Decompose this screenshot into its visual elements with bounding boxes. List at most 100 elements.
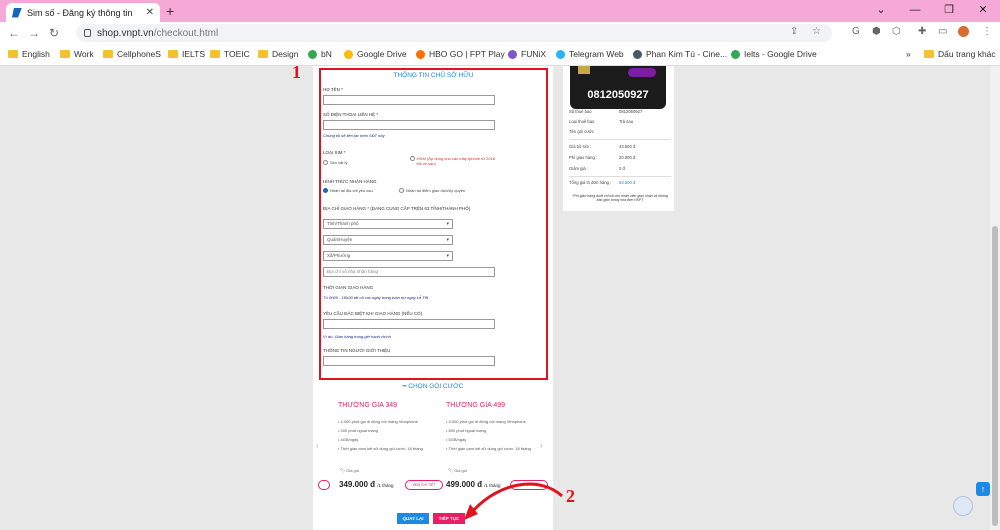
summary-row: Giảm giá :0 đ: [569, 166, 625, 171]
yeu-cau-note: Ví dụ: Giao hàng trong giờ hành chính: [323, 334, 391, 339]
bookmark-item[interactable]: IELTS: [168, 49, 205, 59]
menu-icon[interactable]: ⋮: [982, 26, 992, 37]
up-arrow-icon[interactable]: ↑: [976, 482, 990, 496]
yeu-cau-input[interactable]: [323, 319, 495, 329]
xem-chi-tiet-button[interactable]: [318, 480, 330, 490]
folder-icon: [103, 50, 113, 58]
radio-icon: [323, 160, 328, 165]
radio-icon: [410, 156, 415, 161]
extension-icon[interactable]: ⬢: [872, 26, 881, 37]
new-tab-icon[interactable]: +: [166, 3, 174, 19]
browser-tab[interactable]: Sim số - Đăng ký thông tin ✕: [6, 3, 160, 22]
extension-icon[interactable]: ⬡: [892, 26, 901, 37]
gia-goi-label: 🏷 Giá gói: [448, 468, 467, 473]
bookmark-label: Work: [74, 49, 94, 59]
package-card[interactable]: THƯƠNG GIA 349 • 4.000 phút gọi di động …: [338, 402, 433, 455]
xem-chi-tiet-button[interactable]: XEM CHI TIẾT: [405, 480, 443, 490]
annotation-number-2: 2: [566, 486, 575, 506]
close-window-icon[interactable]: ✕: [966, 0, 1000, 22]
bookmark-item[interactable]: Design: [258, 49, 298, 59]
bookmark-item[interactable]: bN: [308, 49, 332, 59]
sidebar-icon[interactable]: ▭: [938, 26, 947, 37]
forward-icon[interactable]: →: [24, 26, 44, 40]
translate-icon[interactable]: G: [852, 26, 860, 37]
annotation-arrow: [464, 482, 564, 520]
bookmark-item[interactable]: CellphoneS: [103, 49, 161, 59]
window-controls: ⌄ — ❐ ✕: [864, 0, 1000, 22]
bookmark-label: Dấu trang khác: [938, 49, 996, 59]
ho-ten-input[interactable]: [323, 95, 495, 105]
annotation-number-1: 1: [292, 62, 301, 82]
bookmark-label: Telegram Web: [569, 49, 624, 59]
chat-avatar[interactable]: [953, 496, 973, 516]
summary-total-row: Tổng giá trị đơn hàng :63.500 đ: [569, 180, 636, 185]
package-name: THƯƠNG GIA 349: [338, 402, 398, 409]
bookmark-item[interactable]: Ielts - Google Drive: [731, 49, 817, 59]
fptplay-icon: [416, 49, 425, 59]
package-feature: • 4GB/ngày: [338, 437, 359, 442]
bookmark-item[interactable]: FUNiX: [508, 49, 546, 59]
maximize-icon[interactable]: ❐: [932, 0, 966, 22]
puzzle-icon[interactable]: ✚: [918, 26, 926, 37]
quay-lai-button[interactable]: QUAY LẠI: [397, 513, 429, 524]
bookmarks-bar: English Work CellphoneS IELTS TOEIC Desi…: [0, 44, 1000, 66]
bookmark-item[interactable]: Phan Kim Tú - Cine...: [633, 49, 727, 59]
profile-avatar[interactable]: [958, 26, 969, 37]
more-bookmarks-icon[interactable]: »: [906, 49, 911, 59]
package-feature: • 800 phút ngoại mạng: [446, 428, 487, 433]
radio-icon: [399, 188, 404, 193]
share-icon[interactable]: ⇪: [790, 26, 798, 37]
bookmark-item[interactable]: HBO GO | FPT Play: [416, 49, 505, 59]
xa-select[interactable]: Xã/Phường: [323, 251, 453, 261]
reload-icon[interactable]: ↻: [44, 26, 64, 40]
url-field[interactable]: shop.vnpt.vn/checkout.html: [76, 24, 832, 42]
bookmark-item[interactable]: Google Drive: [344, 49, 407, 59]
package-feature: • 6GB/ngày: [446, 437, 467, 442]
package-card[interactable]: THƯƠNG GIA 499 • 4.000 phút gọi di động …: [446, 402, 541, 455]
close-tab-icon[interactable]: ✕: [146, 7, 154, 18]
scrollbar[interactable]: [990, 66, 1000, 530]
address-bar-row: ← → ↻ shop.vnpt.vn/checkout.html ⇪ ☆ G ⬢…: [0, 22, 1000, 44]
chon-goi-cuoc-label: CHỌN GÓI CƯỚC: [408, 383, 464, 390]
package-feature: • Thời gian cam kết sử dụng gói cước: 18…: [338, 446, 423, 451]
bookmark-star-icon[interactable]: ☆: [812, 26, 821, 37]
drive-icon: [308, 49, 317, 59]
nhan-tai-dia-chi-radio[interactable]: Nhận tại địa chỉ yêu cầu: [323, 188, 373, 193]
bookmark-item[interactable]: Work: [60, 49, 94, 59]
sdt-input[interactable]: [323, 120, 495, 130]
other-bookmarks[interactable]: Dấu trang khác: [924, 49, 996, 59]
tinh-select[interactable]: Tỉnh/Thành phố: [323, 219, 453, 229]
sim-vat-ly-radio[interactable]: Sim vật lý: [323, 160, 347, 165]
nhan-tai-diem-radio[interactable]: Nhận tại điểm giao dịch/ủy quyền: [399, 188, 465, 193]
bookmark-item[interactable]: TOEIC: [210, 49, 250, 59]
quan-select[interactable]: Quận/Huyện: [323, 235, 453, 245]
folder-icon: [8, 50, 18, 58]
summary-row: Tên gói cước: [569, 129, 594, 134]
dia-chi-input[interactable]: Địa chỉ số nhà nhận hàng: [323, 267, 495, 277]
bookmark-label: Design: [272, 49, 299, 59]
radio-label: eSIM (Áp dụng cho các máy Iphone từ 2018…: [416, 156, 496, 166]
radio-selected-icon: [323, 188, 328, 193]
summary-note: *Phí giao hàng dưới chỉ trả cho nhân viê…: [572, 194, 668, 202]
summary-row: Số thuê bao 0812050927: [569, 109, 643, 114]
gioi-thieu-label: THÔNG TIN NGƯỜI GIỚI THIỆU: [323, 348, 391, 353]
sim-chip-icon: [578, 66, 590, 74]
tab-search-icon[interactable]: ⌄: [864, 0, 898, 22]
minimize-icon[interactable]: —: [898, 0, 932, 22]
back-icon[interactable]: ←: [4, 26, 24, 40]
form-title: THÔNG TIN CHỦ SỞ HỮU: [393, 72, 474, 79]
drive-icon: [344, 49, 353, 59]
sim-number: 0812050927: [587, 89, 649, 101]
dia-chi-label: ĐỊA CHỈ GIAO HÀNG * (ĐANG CUNG CẤP TRÊN …: [323, 206, 471, 211]
hinh-thuc-label: HÌNH THỨC NHẬN HÀNG: [323, 179, 377, 184]
esim-radio[interactable]: eSIM (Áp dụng cho các máy Iphone từ 2018…: [410, 156, 500, 166]
tiep-tuc-button[interactable]: TIẾP TỤC: [433, 513, 465, 524]
yeu-cau-label: YÊU CẦU ĐẶC BIỆT KHI GIAO HÀNG (NẾU CÓ): [323, 311, 423, 316]
tab-bar: Sim số - Đăng ký thông tin ✕ + ⌄ — ❐ ✕: [0, 0, 1000, 22]
scrollbar-thumb[interactable]: [992, 226, 998, 526]
gioi-thieu-input[interactable]: [323, 356, 495, 366]
bookmark-item[interactable]: English: [8, 49, 50, 59]
summary-row: Giá bộ sim :43.500 đ: [569, 144, 636, 149]
carousel-prev-icon[interactable]: ‹: [316, 441, 319, 450]
bookmark-item[interactable]: Telegram Web: [556, 49, 624, 59]
